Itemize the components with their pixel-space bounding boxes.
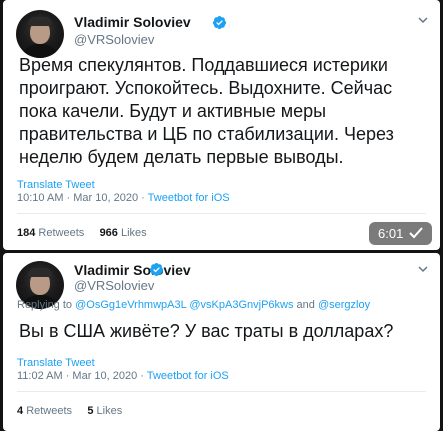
avatar-hair — [28, 17, 52, 26]
replying-prefix: Replying to — [17, 299, 76, 311]
mention-link[interactable]: @OsGg1eVrhmwpA3L — [75, 299, 186, 311]
tweet-client[interactable]: Tweetbot for iOS — [148, 192, 230, 204]
author-handle[interactable]: @VRSoloviev — [74, 32, 154, 47]
divider — [17, 391, 426, 392]
likes-stat[interactable]: 5 Likes — [87, 405, 122, 417]
likes-count: 5 — [87, 405, 94, 417]
avatar-hair — [28, 268, 52, 277]
retweets-stat[interactable]: 4 Retweets — [17, 405, 72, 417]
mention-link[interactable]: @sergzloy — [318, 299, 370, 311]
chevron-down-icon[interactable] — [417, 263, 429, 275]
replying-and: and — [293, 299, 318, 311]
tweet-text: Время спекулянтов. Поддавшиеся истерики … — [19, 55, 394, 167]
retweets-label: Retweets — [26, 405, 73, 417]
checkmark-icon — [409, 227, 423, 239]
tweet-meta: 10:10 AM · Mar 10, 2020 · Tweetbot for i… — [17, 192, 230, 204]
tweet-timestamp[interactable]: 11:02 AM · Mar 10, 2020 · — [17, 370, 147, 382]
likes-label: Likes — [96, 405, 123, 417]
translate-tweet-link[interactable]: Translate Tweet — [17, 179, 95, 191]
author-name[interactable]: Vladimir Soloviev — [74, 14, 191, 30]
tweet-client[interactable]: Tweetbot for iOS — [147, 370, 229, 382]
tweet-stats: 4 Retweets 5 Likes — [17, 405, 122, 417]
tweet-card-2: Vladimir Soloviev @VRSoloviev Replying t… — [3, 253, 440, 431]
tweet-stats: 184 Retweets 966 Likes — [17, 227, 147, 239]
author-handle[interactable]: @VRSoloviev — [74, 278, 154, 293]
verified-badge-icon — [149, 262, 164, 277]
divider — [17, 213, 426, 214]
screenshot-time-toast: 6:01 — [369, 222, 432, 245]
translate-tweet-link[interactable]: Translate Tweet — [17, 357, 95, 369]
chevron-down-icon[interactable] — [417, 14, 429, 26]
tweet-text: Вы в США живёте? У вас траты в долларах? — [19, 321, 394, 341]
retweets-label: Retweets — [38, 227, 85, 239]
toast-time: 6:01 — [378, 226, 404, 241]
retweets-count: 4 — [17, 405, 24, 417]
verified-badge-icon — [212, 15, 227, 30]
mention-link[interactable]: @vsKpA3GnvjP6kws — [189, 299, 293, 311]
retweets-stat[interactable]: 184 Retweets — [17, 227, 84, 239]
author-avatar[interactable] — [16, 10, 64, 58]
likes-label: Likes — [120, 227, 147, 239]
tweet-card-1: Vladimir Soloviev @VRSoloviev Время спек… — [3, 0, 440, 250]
author-name[interactable]: Vladimir Soloviev — [74, 262, 191, 278]
likes-stat[interactable]: 966 Likes — [100, 227, 147, 239]
retweets-count: 184 — [17, 227, 36, 239]
replying-to: Replying to @OsGg1eVrhmwpA3L @vsKpA3Gnvj… — [17, 299, 370, 311]
tweet-meta: 11:02 AM · Mar 10, 2020 · Tweetbot for i… — [17, 370, 229, 382]
tweet-timestamp[interactable]: 10:10 AM · Mar 10, 2020 · — [17, 192, 148, 204]
likes-count: 966 — [99, 227, 118, 239]
